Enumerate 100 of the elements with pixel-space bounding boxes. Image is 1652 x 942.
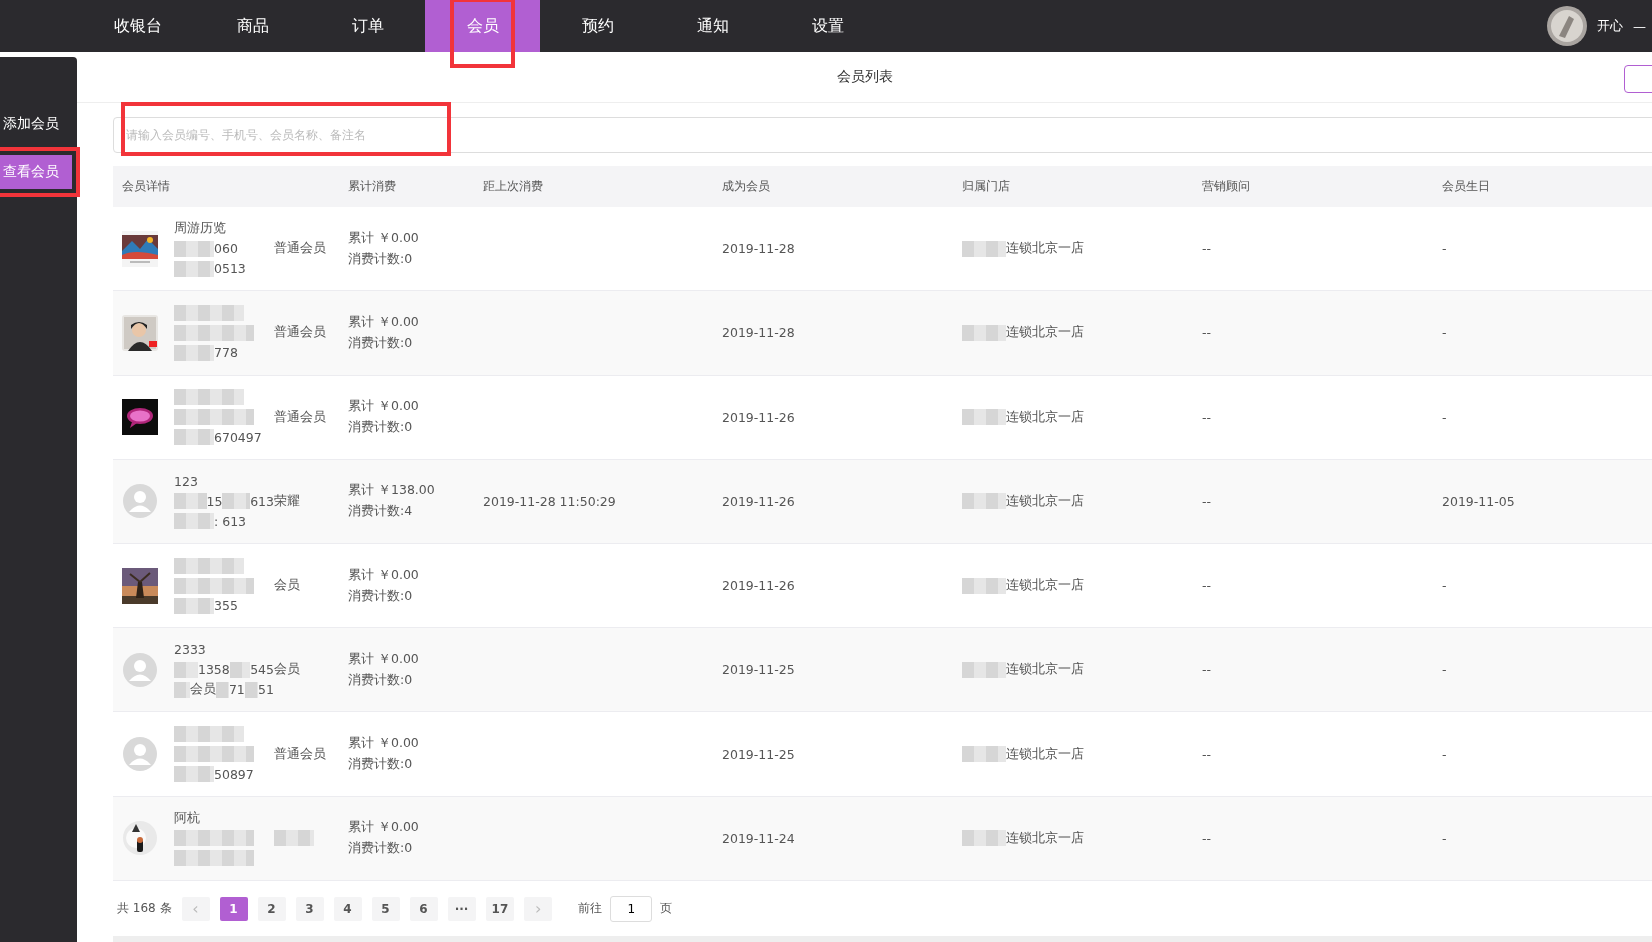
nav-tab[interactable]: 商品	[195, 0, 310, 52]
mosaic-patch	[174, 766, 214, 783]
mosaic-patch	[229, 661, 251, 678]
column-header: 营销顾问	[1201, 177, 1251, 195]
member-code-text: 71	[228, 682, 245, 698]
sidebar-item[interactable]: 添加会员	[0, 107, 72, 141]
user-avatar-icon	[1547, 6, 1587, 46]
member-level: 普通会员	[274, 745, 326, 763]
page-button[interactable]: 6	[409, 896, 438, 921]
member-name: 周游历览	[174, 220, 226, 238]
mosaic-patch	[962, 746, 1006, 763]
total-spend: 累计 ￥0.00	[348, 819, 420, 837]
spend-count: 消费计数:0	[348, 250, 414, 268]
mosaic-patch	[962, 409, 1006, 426]
birthday-text: -	[1442, 578, 1447, 594]
page-button[interactable]: 3	[295, 896, 324, 921]
mosaic-patch	[222, 493, 251, 510]
page-button[interactable]: 5	[371, 896, 400, 921]
member-code-text: : 613	[214, 513, 247, 529]
phone-text: 613	[250, 493, 274, 509]
mosaic-patch	[174, 240, 214, 257]
spend-count: 消费计数:0	[348, 419, 414, 437]
nav-tab[interactable]: 通知	[655, 0, 770, 52]
total-spend: 累计 ￥0.00	[348, 313, 420, 331]
birthday-text: -	[1442, 662, 1447, 678]
page-button[interactable]: ···	[447, 896, 476, 921]
user-name: 开心	[1597, 17, 1623, 35]
page-button[interactable]: 2	[257, 896, 286, 921]
last-spend-time: 2019-11-28 11:50:29	[483, 493, 616, 509]
member-code-text: 355	[214, 598, 238, 614]
member-level: 普通会员	[274, 408, 326, 426]
search-field[interactable]: 请输入会员编号、手机号、会员名称、备注名	[113, 117, 1652, 153]
nav-tab[interactable]: 收银台	[80, 0, 195, 52]
nav-tab[interactable]: 预约	[540, 0, 655, 52]
sidebar-item[interactable]: 查看会员	[0, 155, 72, 189]
phone-text: 15	[206, 493, 223, 509]
member-code-text: 778	[214, 345, 238, 361]
store-name: 连锁北京一店	[1006, 577, 1084, 595]
birthday-text: -	[1442, 241, 1447, 257]
birthday-text: -	[1442, 830, 1447, 846]
page-input[interactable]: 1	[610, 895, 653, 922]
total-count: 共 168 条	[117, 900, 172, 917]
member-level: 荣耀	[274, 492, 300, 510]
menu-icon[interactable]: —	[1633, 18, 1646, 34]
join-date: 2019-11-28	[722, 241, 795, 257]
store-name: 连锁北京一店	[1006, 408, 1084, 426]
nav-tab[interactable]: 会员	[425, 0, 540, 52]
advisor-text: --	[1202, 493, 1212, 509]
store-name: 连锁北京一店	[1006, 745, 1084, 763]
advisor-text: --	[1202, 325, 1212, 341]
page-suffix: 页	[660, 900, 673, 917]
mosaic-patch	[962, 661, 1006, 678]
spend-count: 消费计数:4	[348, 503, 414, 521]
advisor-text: --	[1202, 578, 1212, 594]
mosaic-patch	[174, 344, 214, 361]
member-code-text: 51	[258, 682, 274, 698]
column-header: 距上次消费	[482, 177, 544, 195]
column-header: 累计消费	[347, 177, 397, 195]
mosaic-patch	[174, 661, 198, 678]
advisor-text: --	[1202, 241, 1212, 257]
nav-tab[interactable]: 订单	[310, 0, 425, 52]
birthday-text: -	[1442, 325, 1447, 341]
phone-text: 545	[250, 662, 274, 678]
total-spend: 累计 ￥0.00	[348, 229, 420, 247]
birthday-text: -	[1442, 746, 1447, 762]
join-date: 2019-11-26	[722, 409, 795, 425]
mosaic-patch	[244, 681, 259, 698]
store-name: 连锁北京一店	[1006, 240, 1084, 258]
mosaic-patch	[962, 577, 1006, 594]
phone-text: 060	[214, 241, 238, 257]
user-avatar-icon	[122, 651, 158, 688]
member-code-text: 0513	[214, 261, 246, 277]
nav-tab[interactable]: 设置	[770, 0, 885, 52]
mosaic-patch	[174, 726, 244, 743]
join-date: 2019-11-26	[722, 578, 795, 594]
spend-count: 消费计数:0	[348, 756, 414, 774]
page-button[interactable]: 17	[485, 896, 515, 921]
page-button[interactable]: 4	[333, 896, 362, 921]
member-level: 会员	[274, 661, 300, 679]
page-button[interactable]: 1	[219, 896, 248, 921]
birthday-text: -	[1442, 409, 1447, 425]
mosaic-patch	[962, 830, 1006, 847]
mosaic-patch	[174, 260, 214, 277]
add-button[interactable]	[1624, 65, 1652, 93]
join-date: 2019-11-26	[722, 493, 795, 509]
advisor-text: --	[1202, 662, 1212, 678]
mosaic-patch	[174, 513, 214, 530]
advisor-text: --	[1202, 830, 1212, 846]
total-spend: 累计 ￥0.00	[348, 398, 420, 416]
advisor-text: --	[1202, 746, 1212, 762]
join-date: 2019-11-24	[722, 830, 795, 846]
member-name: 2333	[174, 642, 206, 658]
mosaic-patch	[962, 493, 1006, 510]
total-spend: 累计 ￥0.00	[348, 566, 420, 584]
mosaic-patch	[174, 597, 214, 614]
store-name: 连锁北京一店	[1006, 829, 1084, 847]
member-code-text: 会员	[189, 681, 216, 699]
advisor-text: --	[1202, 409, 1212, 425]
mosaic-patch	[274, 830, 314, 847]
spend-count: 消费计数:0	[348, 587, 414, 605]
